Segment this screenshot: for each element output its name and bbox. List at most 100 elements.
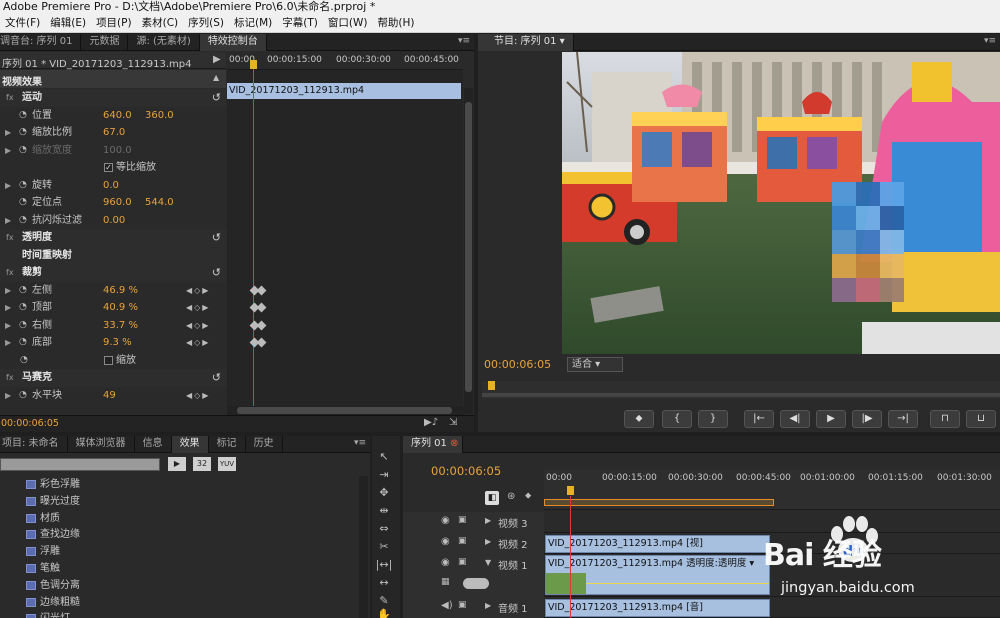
extract-button[interactable]: ⊔	[966, 410, 996, 428]
keyframe-diamond[interactable]	[256, 337, 267, 348]
step-back-button[interactable]: ◀|	[780, 410, 810, 428]
keyframe-navigator[interactable]: ◀◇▶	[186, 317, 210, 334]
play-button[interactable]: ▶	[816, 410, 846, 428]
stopwatch-icon[interactable]: ◔	[19, 334, 27, 351]
hand-tool-icon[interactable]: ✋	[374, 606, 394, 618]
effect-row[interactable]: fx 运动 ↺	[0, 89, 226, 107]
effects-search-input[interactable]	[0, 458, 160, 471]
stopwatch-icon[interactable]: ◔	[20, 352, 28, 369]
mark-out-button[interactable]: }	[698, 410, 728, 428]
fx-toggle-icon[interactable]: fx	[6, 369, 14, 386]
effects-list-item[interactable]: 色调分离	[0, 577, 358, 595]
keyframe-toggle[interactable]	[463, 578, 489, 589]
twirl-icon[interactable]: ▶	[5, 334, 11, 351]
fit-dropdown[interactable]: 适合 ▾	[567, 357, 623, 372]
property-value[interactable]: 33.7 %	[103, 317, 138, 334]
keyframe-navigator[interactable]: ◀◇▶	[186, 334, 210, 351]
tab-info[interactable]: 信息	[135, 436, 172, 453]
menu-clip[interactable]: 素材(C)	[137, 14, 184, 32]
lock-icon[interactable]: ▣	[458, 536, 467, 546]
fx-toggle-icon[interactable]: fx	[6, 229, 14, 246]
eye-icon[interactable]: ◉	[441, 536, 450, 547]
tab-sequence-01[interactable]: 序列 01 ⊗	[403, 436, 464, 453]
property-value[interactable]: 46.9 %	[103, 282, 138, 299]
add-marker-icon[interactable]: ⬥	[525, 491, 531, 501]
twirl-icon[interactable]: ▶	[5, 177, 11, 194]
stopwatch-icon[interactable]: ◔	[19, 299, 27, 316]
video-clip[interactable]: VID_20171203_112913.mp4 [视]	[545, 535, 770, 553]
twirl-icon[interactable]: ▶	[5, 387, 11, 404]
effect-row[interactable]: ▶ ◔ 左侧 46.9 % ◀◇▶	[0, 282, 226, 300]
tab-project[interactable]: 项目: 未命名	[0, 436, 68, 453]
stopwatch-icon[interactable]: ◔	[19, 177, 27, 194]
menu-sequence[interactable]: 序列(S)	[183, 14, 229, 32]
go-to-out-button[interactable]: →|	[888, 410, 918, 428]
fx-toggle-icon[interactable]: fx	[6, 89, 14, 106]
mark-in-button[interactable]: {	[662, 410, 692, 428]
menu-window[interactable]: 窗口(W)	[323, 14, 373, 32]
twirl-icon[interactable]: ▶	[5, 124, 11, 141]
keyframe-ruler[interactable]: 00:00 00:00:15:00 00:00:30:00 00:00:45:0…	[227, 52, 463, 70]
go-to-in-button[interactable]: |←	[744, 410, 774, 428]
twirl-icon[interactable]: ▶	[5, 212, 11, 229]
effect-row[interactable]: ▶ ◔ 缩放宽度 100.0	[0, 142, 226, 160]
effect-row[interactable]: fx 裁剪 ↺	[0, 264, 226, 282]
lift-button[interactable]: ⊓	[930, 410, 960, 428]
effect-row[interactable]: ◔ 位置 640.0 360.0	[0, 107, 226, 125]
tab-markers[interactable]: 标记	[209, 436, 246, 453]
reset-icon[interactable]: ↺	[212, 229, 221, 246]
property-value[interactable]: 67.0	[103, 124, 125, 141]
tab-program[interactable]: 节目: 序列 01 ▾	[478, 34, 574, 51]
keyframe-timeline[interactable]: 00:00 00:00:15:00 00:00:30:00 00:00:45:0…	[227, 52, 463, 406]
timeline-timecode[interactable]: 00:00:06:05	[431, 464, 501, 478]
property-value[interactable]: 0.0	[103, 177, 119, 194]
effects-list-item[interactable]: 浮雕	[0, 543, 358, 561]
slip-tool-icon[interactable]: |↔|	[374, 556, 394, 573]
effect-row[interactable]: ▶ ◔ 缩放比例 67.0	[0, 124, 226, 142]
play-only-icon[interactable]: ▶	[213, 54, 221, 65]
accelerated-effects-icon[interactable]: ▶	[168, 457, 186, 471]
checkbox[interactable]: ✓	[104, 163, 113, 172]
playhead-marker[interactable]	[250, 60, 257, 69]
checkbox[interactable]	[104, 355, 113, 365]
speaker-icon[interactable]: ◀)	[441, 600, 453, 611]
audio-clip[interactable]: VID_20171203_112913.mp4 [音]	[545, 599, 770, 617]
effects-list-scrollbar[interactable]	[359, 476, 368, 618]
display-style-icon[interactable]: ▦	[441, 577, 450, 587]
tab-source[interactable]: 源: (无素材)	[128, 34, 200, 51]
timeline-playhead[interactable]	[567, 486, 574, 495]
eye-icon[interactable]: ◉	[441, 557, 450, 568]
twirl-icon[interactable]: ▶	[5, 142, 11, 159]
effects-list-item[interactable]: 边缘粗糙	[0, 594, 358, 612]
work-area-bar[interactable]	[544, 499, 774, 506]
effect-row[interactable]: ▶ ◔ 抗闪烁过滤 0.00	[0, 212, 226, 230]
snap-icon[interactable]: ◧	[485, 491, 499, 505]
program-menu-icon[interactable]: ▾≡	[984, 36, 996, 46]
effect-row[interactable]: fx 透明度 ↺	[0, 229, 226, 247]
slide-tool-icon[interactable]: ↔	[374, 574, 394, 591]
effect-row[interactable]: ▶ ◔ 旋转 0.0	[0, 177, 226, 195]
stopwatch-icon[interactable]: ◔	[19, 317, 27, 334]
reset-icon[interactable]: ↺	[212, 369, 221, 386]
step-forward-button[interactable]: |▶	[852, 410, 882, 428]
program-time-ruler[interactable]	[482, 381, 1000, 399]
add-marker-button[interactable]: ⬥	[624, 410, 654, 428]
tab-metadata[interactable]: 元数据	[81, 34, 129, 51]
play-audio-icon[interactable]: ▶♪	[424, 417, 438, 428]
property-value[interactable]: 100.0	[103, 142, 132, 159]
property-value[interactable]: 0.00	[103, 212, 125, 229]
lock-icon[interactable]: ▣	[458, 557, 467, 567]
menu-project[interactable]: 项目(P)	[91, 14, 137, 32]
property-value-2[interactable]: 360.0	[145, 107, 174, 124]
keyframe-navigator[interactable]: ◀◇▶	[186, 387, 210, 404]
video-clip[interactable]: VID_20171203_112913.mp4 透明度:透明度 ▾	[545, 555, 770, 595]
effects-list-item[interactable]: 查找边缘	[0, 526, 358, 544]
stopwatch-icon[interactable]: ◔	[19, 107, 27, 124]
stopwatch-icon[interactable]: ◔	[19, 212, 27, 229]
fx-toggle-icon[interactable]: fx	[6, 264, 14, 281]
program-playhead[interactable]	[488, 381, 495, 390]
kf-hscroll[interactable]	[227, 406, 464, 415]
menu-file[interactable]: 文件(F)	[0, 14, 45, 32]
effect-row[interactable]: ◔ 定位点 960.0 544.0	[0, 194, 226, 212]
menu-help[interactable]: 帮助(H)	[372, 14, 419, 32]
